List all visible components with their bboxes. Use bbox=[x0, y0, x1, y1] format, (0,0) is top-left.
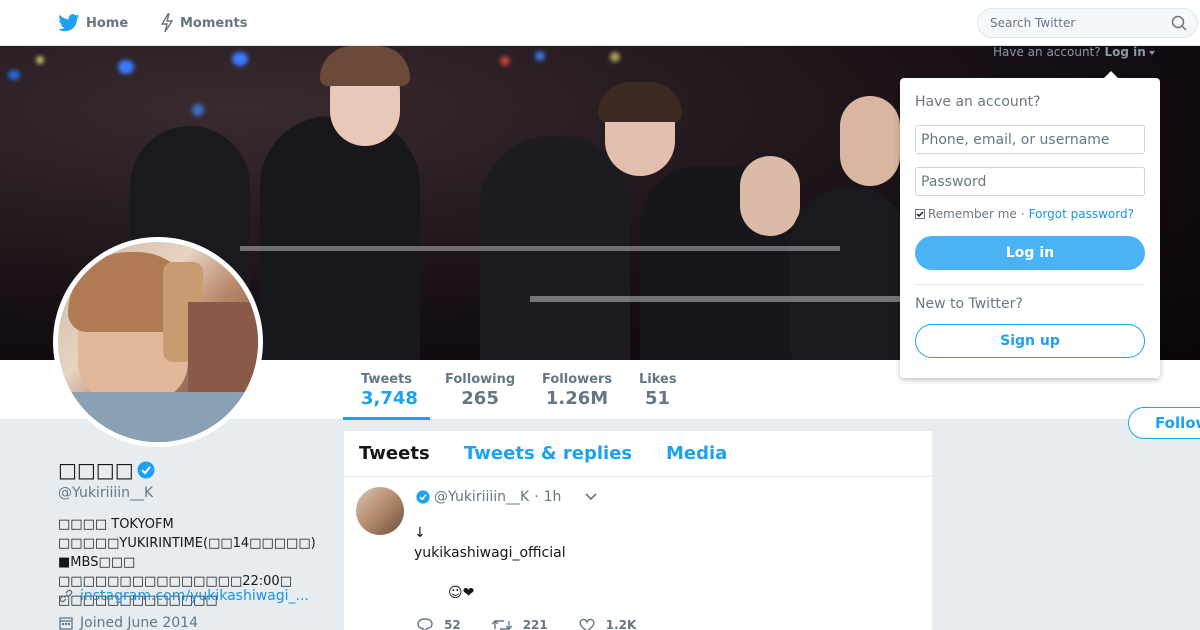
tweet-handle[interactable]: @Yukiriiiin__K bbox=[434, 489, 529, 505]
stat-following-value: 265 bbox=[461, 388, 499, 409]
tweet-avatar[interactable] bbox=[356, 487, 404, 535]
heart-icon bbox=[579, 618, 595, 630]
lightning-icon bbox=[160, 13, 174, 33]
search-icon[interactable] bbox=[1171, 15, 1187, 31]
chevron-down-icon[interactable] bbox=[584, 492, 598, 502]
dropdown-divider bbox=[915, 284, 1145, 285]
login-button[interactable]: Log in bbox=[915, 236, 1145, 270]
profile-website-text: instagram.com/yukikashiwagi_... bbox=[80, 588, 309, 604]
search-box bbox=[977, 8, 1198, 38]
stat-followers-value: 1.26M bbox=[545, 388, 609, 409]
stat-tweets[interactable]: Tweets 3,748 bbox=[343, 372, 430, 420]
stat-tweets-value: 3,748 bbox=[361, 388, 418, 409]
tab-tweets[interactable]: Tweets bbox=[359, 443, 430, 464]
stat-following-label: Following bbox=[445, 372, 516, 387]
nav-moments-label: Moments bbox=[180, 15, 248, 31]
retweet-count: 221 bbox=[522, 618, 548, 630]
stat-likes[interactable]: Likes 51 bbox=[639, 372, 677, 409]
dropdown-title: Have an account? bbox=[915, 94, 1041, 110]
remember-me-label[interactable]: Remember me bbox=[928, 207, 1017, 221]
stat-following[interactable]: Following 265 bbox=[445, 372, 515, 409]
tweet-text-line1: ↓ bbox=[414, 525, 426, 541]
new-to-twitter-text: New to Twitter? bbox=[915, 296, 1023, 312]
follow-button[interactable]: Follow bbox=[1128, 407, 1200, 439]
like-count: 1.2K bbox=[605, 618, 637, 630]
dropdown-notch bbox=[1103, 71, 1119, 79]
verified-badge-icon bbox=[137, 461, 155, 479]
profile-avatar[interactable] bbox=[53, 237, 263, 447]
link-icon bbox=[59, 589, 73, 603]
stat-likes-value: 51 bbox=[645, 388, 671, 409]
reply-count: 52 bbox=[444, 618, 461, 630]
profile-website-link[interactable]: instagram.com/yukikashiwagi_... bbox=[58, 588, 309, 604]
remember-me-checkbox[interactable] bbox=[915, 209, 925, 219]
stat-followers-label: Followers bbox=[542, 372, 613, 387]
top-nav: Home Moments bbox=[0, 0, 1200, 46]
tweet-time[interactable]: 1h bbox=[544, 489, 562, 505]
twitter-bird-icon bbox=[58, 14, 80, 32]
forgot-password-link[interactable]: Forgot password? bbox=[1029, 207, 1134, 221]
profile-joined-text: Joined June 2014 bbox=[80, 615, 198, 630]
username-field[interactable] bbox=[915, 125, 1145, 154]
search-input[interactable] bbox=[978, 9, 1163, 37]
avatar-image bbox=[58, 242, 258, 442]
timeline: Tweets Tweets & replies Media @Yukiriiii… bbox=[344, 431, 932, 630]
tweet-header: @Yukiriiiin__K · 1h bbox=[416, 489, 561, 505]
tweet-text-line2: yukikashiwagi_official bbox=[414, 545, 566, 561]
password-field[interactable] bbox=[915, 167, 1145, 196]
profile-joined: Joined June 2014 bbox=[58, 615, 198, 630]
nav-moments[interactable]: Moments bbox=[160, 0, 247, 46]
remember-me-row: Remember me · Forgot password? bbox=[915, 207, 1134, 221]
signup-button[interactable]: Sign up bbox=[915, 324, 1145, 358]
retweet-icon bbox=[491, 620, 513, 630]
separator-dot: · bbox=[1020, 207, 1025, 221]
profile-name-text: □□□□ bbox=[58, 458, 134, 482]
like-button[interactable]: 1.2K bbox=[578, 617, 637, 630]
caret-down-icon[interactable] bbox=[1148, 50, 1155, 55]
nav-home-label: Home bbox=[86, 15, 129, 31]
login-dropdown: Have an account? Remember me · Forgot pa… bbox=[900, 78, 1160, 378]
profile-name: □□□□ bbox=[58, 458, 155, 482]
tab-media[interactable]: Media bbox=[666, 443, 727, 464]
profile-handle: @Yukiriiiin__K bbox=[58, 485, 154, 501]
tab-tweets-and-replies[interactable]: Tweets & replies bbox=[464, 443, 632, 464]
stat-followers[interactable]: Followers 1.26M bbox=[542, 372, 612, 409]
reply-button[interactable]: 52 bbox=[416, 617, 461, 630]
tweet-dot: · bbox=[534, 489, 539, 505]
stat-tweets-label: Tweets bbox=[361, 372, 413, 387]
have-account-bar: Have an account? Log in bbox=[993, 45, 1155, 59]
verified-badge-icon bbox=[416, 490, 430, 504]
tweet-actions: 52 221 1.2K bbox=[416, 617, 666, 630]
tweet[interactable]: @Yukiriiiin__K · 1h ↓ yukikashiwagi_offi… bbox=[344, 477, 932, 630]
have-account-text: Have an account? bbox=[993, 45, 1101, 59]
calendar-icon bbox=[59, 617, 73, 630]
reply-icon bbox=[417, 618, 433, 630]
nav-home[interactable]: Home bbox=[58, 0, 128, 46]
tweet-emoji: ☺❤ bbox=[448, 585, 475, 601]
stat-likes-label: Likes bbox=[639, 372, 677, 387]
login-link[interactable]: Log in bbox=[1104, 45, 1145, 59]
retweet-button[interactable]: 221 bbox=[491, 617, 548, 630]
timeline-tabs: Tweets Tweets & replies Media bbox=[344, 431, 932, 477]
